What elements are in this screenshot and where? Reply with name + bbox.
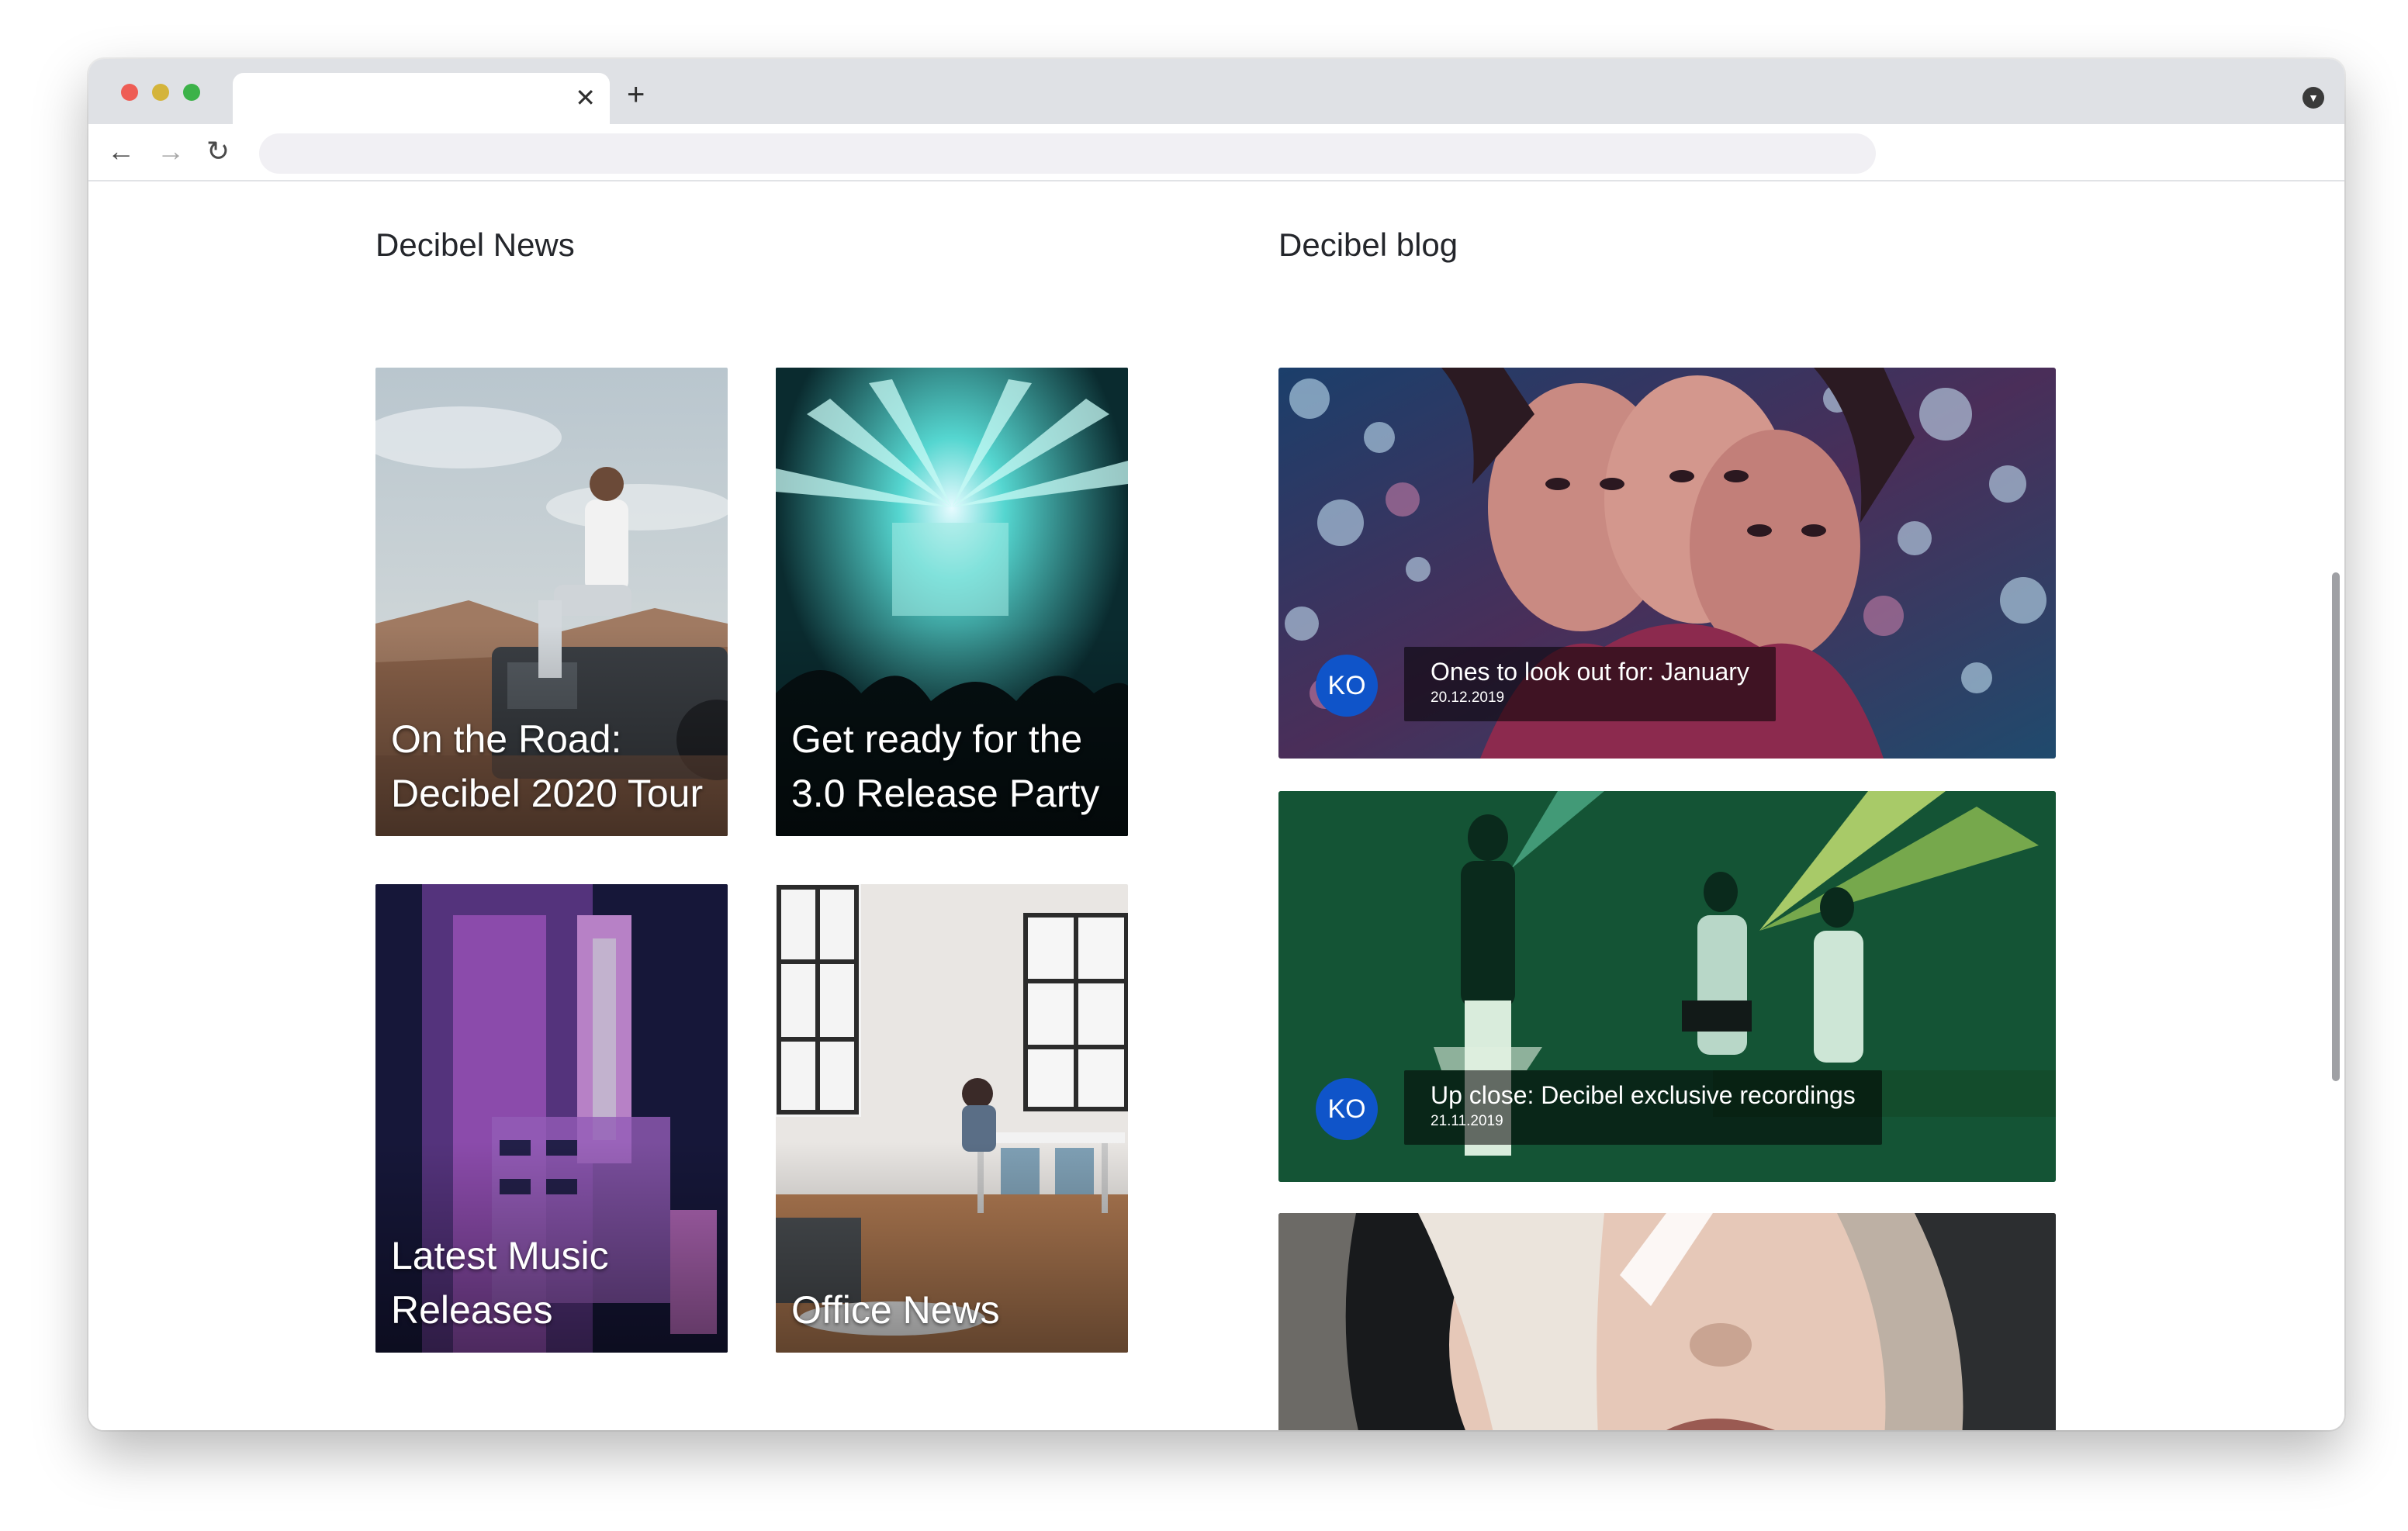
news-card-label: Latest Music Releases (391, 1234, 609, 1332)
news-card-label: On the Road: Decibel 2020 Tour (391, 717, 704, 815)
news-card-office[interactable]: Office News (776, 884, 1128, 1353)
reload-icon[interactable]: ↻ (206, 132, 230, 171)
blog-post-card[interactable]: KO Up close: Decibel exclusive recording… (1278, 791, 2056, 1182)
news-card-tour[interactable]: On the Road: Decibel 2020 Tour (375, 368, 728, 836)
blog-photo-portrait-hands (1278, 1213, 2056, 1430)
title-bar: ✕ + ▼ (88, 59, 2344, 124)
tab-close-icon[interactable]: ✕ (575, 84, 596, 112)
minimize-window-button[interactable] (152, 84, 169, 101)
post-date: 21.11.2019 (1431, 1113, 1503, 1129)
blog-post-card[interactable] (1278, 1213, 2056, 1430)
address-bar[interactable] (259, 133, 1876, 174)
news-card-label: Get ready for the 3.0 Release Party (791, 717, 1100, 815)
back-arrow-icon[interactable]: ← (107, 132, 135, 171)
forward-arrow-icon[interactable]: → (157, 132, 185, 171)
scrollbar-thumb[interactable] (2332, 572, 2340, 1081)
close-window-button[interactable] (121, 84, 138, 101)
post-title[interactable]: Ones to look out for: January (1431, 655, 1749, 689)
news-card-music-releases[interactable]: Latest Music Releases (375, 884, 728, 1353)
news-section-title: Decibel News (375, 226, 575, 263)
post-title[interactable]: Up close: Decibel exclusive recordings (1431, 1078, 1856, 1112)
news-card-label: Office News (791, 1288, 1000, 1332)
post-caption: Up close: Decibel exclusive recordings 2… (1404, 1070, 1882, 1145)
browser-menu-icon[interactable]: ▼ (2302, 87, 2324, 109)
blog-section-title: Decibel blog (1278, 226, 1458, 263)
new-tab-icon[interactable]: + (627, 76, 645, 113)
post-date: 20.12.2019 (1431, 689, 1505, 706)
scrollbar[interactable] (2327, 181, 2344, 1430)
maximize-window-button[interactable] (183, 84, 200, 101)
author-avatar[interactable]: KO (1316, 655, 1378, 717)
news-card-release-party[interactable]: Get ready for the 3.0 Release Party (776, 368, 1128, 836)
browser-tab[interactable]: ✕ (233, 73, 610, 124)
browser-window: ✕ + ▼ ← → ↻ Decibel News Decibel blog On… (88, 59, 2344, 1430)
author-avatar[interactable]: KO (1316, 1078, 1378, 1140)
post-caption: Ones to look out for: January 20.12.2019 (1404, 647, 1776, 721)
blog-post-card[interactable]: KO Ones to look out for: January 20.12.2… (1278, 368, 2056, 759)
page-content: Decibel News Decibel blog On the Road: D… (88, 181, 2344, 1430)
browser-toolbar: ← → ↻ (88, 124, 2344, 181)
